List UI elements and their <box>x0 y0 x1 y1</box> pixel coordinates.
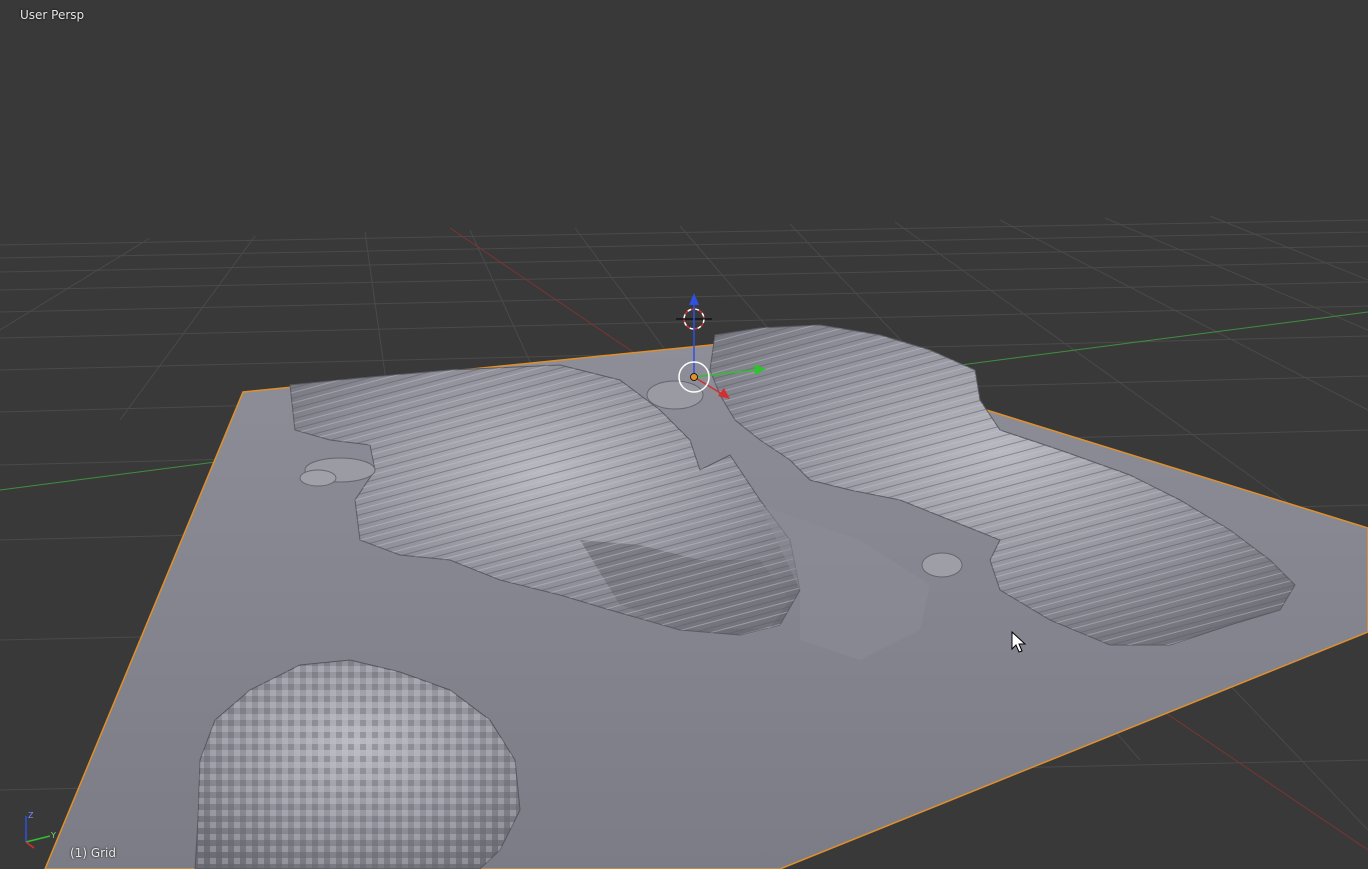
view-mode-label: User Persp <box>20 8 85 22</box>
axis-z-label: Z <box>28 811 34 820</box>
mouse-pointer-icon <box>1011 631 1027 653</box>
3d-viewport[interactable]: User Persp Z Y (1) Grid <box>0 0 1368 869</box>
axis-orientation-widget: Z Y <box>25 811 56 849</box>
active-object-label: (1) Grid <box>70 846 116 860</box>
scene-canvas[interactable] <box>0 0 1368 869</box>
object-origin-icon <box>690 373 698 381</box>
axis-y-label: Y <box>50 831 56 840</box>
